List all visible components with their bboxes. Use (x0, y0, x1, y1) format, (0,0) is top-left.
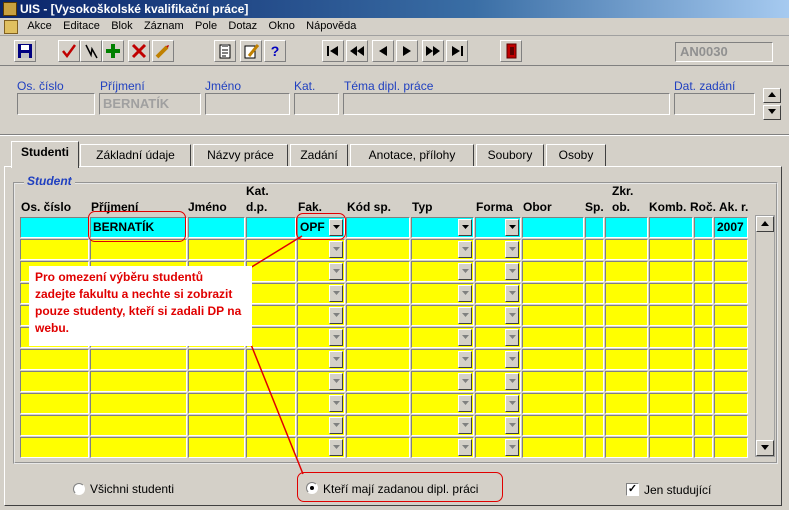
only-studying-checkbox[interactable]: ✓ (626, 483, 639, 496)
hint-callout: Pro omezení výběru studentů zadejte faku… (29, 266, 252, 346)
annotation-arrows (249, 235, 304, 475)
radio-with-thesis[interactable] (306, 482, 318, 494)
callout-arrow-filter (249, 341, 304, 475)
radio-all-students[interactable] (73, 483, 85, 495)
tab-studenti[interactable]: Studenti (11, 141, 79, 168)
only-studying-label: Jen studující (644, 483, 712, 497)
all-students-label: Všichni studenti (90, 482, 175, 496)
with-thesis-label: Kteří mají zadanou dipl. práci (323, 482, 479, 496)
callout-arrow-fakulta (249, 235, 303, 269)
